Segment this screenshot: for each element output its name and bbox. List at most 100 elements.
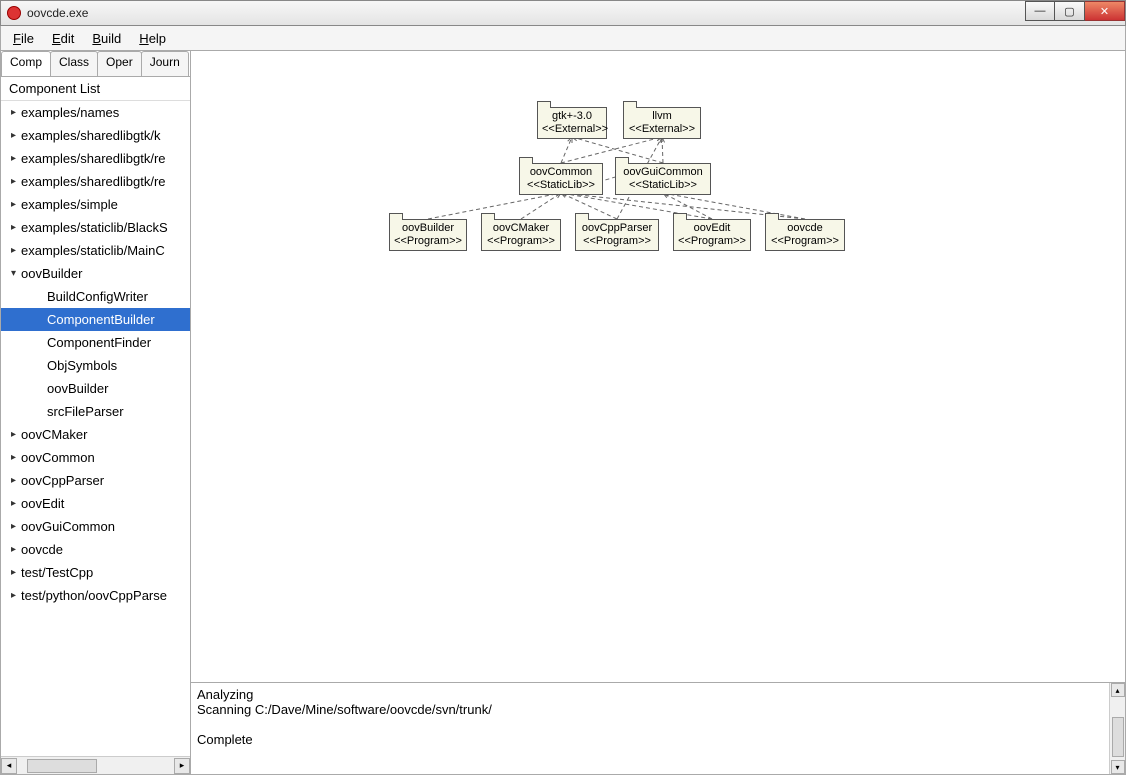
expand-arrow-icon[interactable] bbox=[11, 475, 21, 486]
diagram-node-cde[interactable]: oovcde<<Program>> bbox=[765, 219, 845, 251]
node-name: oovBuilder bbox=[394, 222, 462, 235]
expand-arrow-icon[interactable] bbox=[11, 245, 21, 256]
menu-file[interactable]: File bbox=[13, 31, 34, 46]
tree-item-label: oovGuiCommon bbox=[21, 519, 115, 534]
tab-class[interactable]: Class bbox=[50, 51, 98, 76]
tree-item[interactable]: oovGuiCommon bbox=[1, 515, 190, 538]
scroll-thumb[interactable] bbox=[27, 759, 97, 773]
diagram-node-cmaker[interactable]: oovCMaker<<Program>> bbox=[481, 219, 561, 251]
horizontal-scrollbar[interactable]: ◂ ▸ bbox=[1, 756, 190, 774]
tree-item[interactable]: examples/sharedlibgtk/re bbox=[1, 170, 190, 193]
diagram-node-guicommon[interactable]: oovGuiCommon<<StaticLib>> bbox=[615, 163, 711, 195]
node-name: oovcde bbox=[770, 222, 840, 235]
maximize-button[interactable]: ▢ bbox=[1055, 1, 1085, 21]
node-name: oovEdit bbox=[678, 222, 746, 235]
expand-arrow-icon[interactable] bbox=[11, 153, 21, 164]
main-area: CompClassOperJourn Component List exampl… bbox=[0, 51, 1126, 775]
tree-item[interactable]: oovCommon bbox=[1, 446, 190, 469]
diagram-node-builder[interactable]: oovBuilder<<Program>> bbox=[389, 219, 467, 251]
node-name: oovCppParser bbox=[580, 222, 654, 235]
tab-comp[interactable]: Comp bbox=[1, 51, 51, 76]
output-text: AnalyzingScanning C:/Dave/Mine/software/… bbox=[197, 687, 1119, 747]
expand-arrow-icon[interactable] bbox=[11, 222, 21, 233]
scroll-left-button[interactable]: ◂ bbox=[1, 758, 17, 774]
diagram-node-cppparser[interactable]: oovCppParser<<Program>> bbox=[575, 219, 659, 251]
tree-item[interactable]: ObjSymbols bbox=[1, 354, 190, 377]
tree-item[interactable]: oovCppParser bbox=[1, 469, 190, 492]
node-name: oovGuiCommon bbox=[620, 166, 706, 179]
menu-help[interactable]: Help bbox=[139, 31, 166, 46]
expand-arrow-icon[interactable] bbox=[11, 567, 21, 578]
tree-item[interactable]: examples/staticlib/MainC bbox=[1, 239, 190, 262]
diagram-node-gtk[interactable]: gtk+-3.0<<External>> bbox=[537, 107, 607, 139]
tree-item[interactable]: examples/staticlib/BlackS bbox=[1, 216, 190, 239]
expand-arrow-icon[interactable] bbox=[11, 544, 21, 555]
tree-item[interactable]: oovCMaker bbox=[1, 423, 190, 446]
tree-item-label: oovBuilder bbox=[47, 381, 108, 396]
menu-edit[interactable]: Edit bbox=[52, 31, 74, 46]
side-tabs: CompClassOperJourn bbox=[1, 51, 190, 77]
tree-item-label: examples/sharedlibgtk/re bbox=[21, 174, 166, 189]
tree-item[interactable]: oovBuilder bbox=[1, 377, 190, 400]
tree-item[interactable]: oovBuilder bbox=[1, 262, 190, 285]
expand-arrow-icon[interactable] bbox=[11, 590, 21, 601]
scroll-track[interactable] bbox=[17, 758, 174, 774]
tree-item-label: ComponentFinder bbox=[47, 335, 151, 350]
tree-item[interactable]: BuildConfigWriter bbox=[1, 285, 190, 308]
tree-item[interactable]: examples/sharedlibgtk/k bbox=[1, 124, 190, 147]
diagram-node-common[interactable]: oovCommon<<StaticLib>> bbox=[519, 163, 603, 195]
tab-journ[interactable]: Journ bbox=[141, 51, 189, 76]
node-name: oovCommon bbox=[524, 166, 598, 179]
vscroll-thumb[interactable] bbox=[1112, 717, 1124, 757]
expand-arrow-icon[interactable] bbox=[11, 498, 21, 509]
minimize-button[interactable]: — bbox=[1025, 1, 1055, 21]
expand-arrow-icon[interactable] bbox=[11, 521, 21, 532]
scroll-down-button[interactable]: ▾ bbox=[1111, 760, 1125, 774]
diagram-node-llvm[interactable]: llvm<<External>> bbox=[623, 107, 701, 139]
tree-item-label: oovcde bbox=[21, 542, 63, 557]
tree-item-label: examples/simple bbox=[21, 197, 118, 212]
tree-item-label: examples/staticlib/MainC bbox=[21, 243, 165, 258]
node-stereotype: <<Program>> bbox=[486, 235, 556, 248]
tree-item-label: oovBuilder bbox=[21, 266, 82, 281]
node-name: oovCMaker bbox=[486, 222, 556, 235]
tree-item[interactable]: ComponentBuilder bbox=[1, 308, 190, 331]
expand-arrow-icon[interactable] bbox=[11, 452, 21, 463]
tree-item-label: oovCMaker bbox=[21, 427, 87, 442]
tree-item[interactable]: srcFileParser bbox=[1, 400, 190, 423]
tree-item-label: oovCommon bbox=[21, 450, 95, 465]
component-tree[interactable]: examples/namesexamples/sharedlibgtk/kexa… bbox=[1, 101, 190, 756]
close-button[interactable]: ✕ bbox=[1085, 1, 1125, 21]
tree-item-label: examples/staticlib/BlackS bbox=[21, 220, 168, 235]
tree-item[interactable]: test/python/oovCppParse bbox=[1, 584, 190, 607]
expand-arrow-icon[interactable] bbox=[11, 176, 21, 187]
vscroll-track[interactable] bbox=[1111, 697, 1125, 760]
node-stereotype: <<StaticLib>> bbox=[524, 179, 598, 192]
menu-build[interactable]: Build bbox=[92, 31, 121, 46]
tree-item[interactable]: examples/sharedlibgtk/re bbox=[1, 147, 190, 170]
diagram-node-edit[interactable]: oovEdit<<Program>> bbox=[673, 219, 751, 251]
expand-arrow-icon[interactable] bbox=[11, 199, 21, 210]
expand-arrow-icon[interactable] bbox=[11, 107, 21, 118]
right-panel: gtk+-3.0<<External>> llvm<<External>> oovC… bbox=[191, 51, 1125, 774]
tree-item-label: test/python/oovCppParse bbox=[21, 588, 167, 603]
tree-item[interactable]: oovcde bbox=[1, 538, 190, 561]
node-name: gtk+-3.0 bbox=[542, 110, 602, 123]
tree-item[interactable]: ComponentFinder bbox=[1, 331, 190, 354]
output-line: Complete bbox=[197, 732, 1119, 747]
scroll-right-button[interactable]: ▸ bbox=[174, 758, 190, 774]
scroll-up-button[interactable]: ▴ bbox=[1111, 683, 1125, 697]
tree-item[interactable]: test/TestCpp bbox=[1, 561, 190, 584]
window-controls: — ▢ ✕ bbox=[1025, 1, 1125, 25]
expand-arrow-icon[interactable] bbox=[11, 130, 21, 141]
output-line: Analyzing bbox=[197, 687, 1119, 702]
expand-arrow-icon[interactable] bbox=[11, 429, 21, 440]
diagram-canvas[interactable]: gtk+-3.0<<External>> llvm<<External>> oovC… bbox=[191, 51, 1125, 682]
tab-oper[interactable]: Oper bbox=[97, 51, 142, 76]
tree-item[interactable]: examples/names bbox=[1, 101, 190, 124]
vertical-scrollbar[interactable]: ▴ ▾ bbox=[1109, 683, 1125, 774]
tree-item[interactable]: oovEdit bbox=[1, 492, 190, 515]
tree-item[interactable]: examples/simple bbox=[1, 193, 190, 216]
tree-item-label: srcFileParser bbox=[47, 404, 124, 419]
expand-arrow-icon[interactable] bbox=[11, 268, 21, 279]
